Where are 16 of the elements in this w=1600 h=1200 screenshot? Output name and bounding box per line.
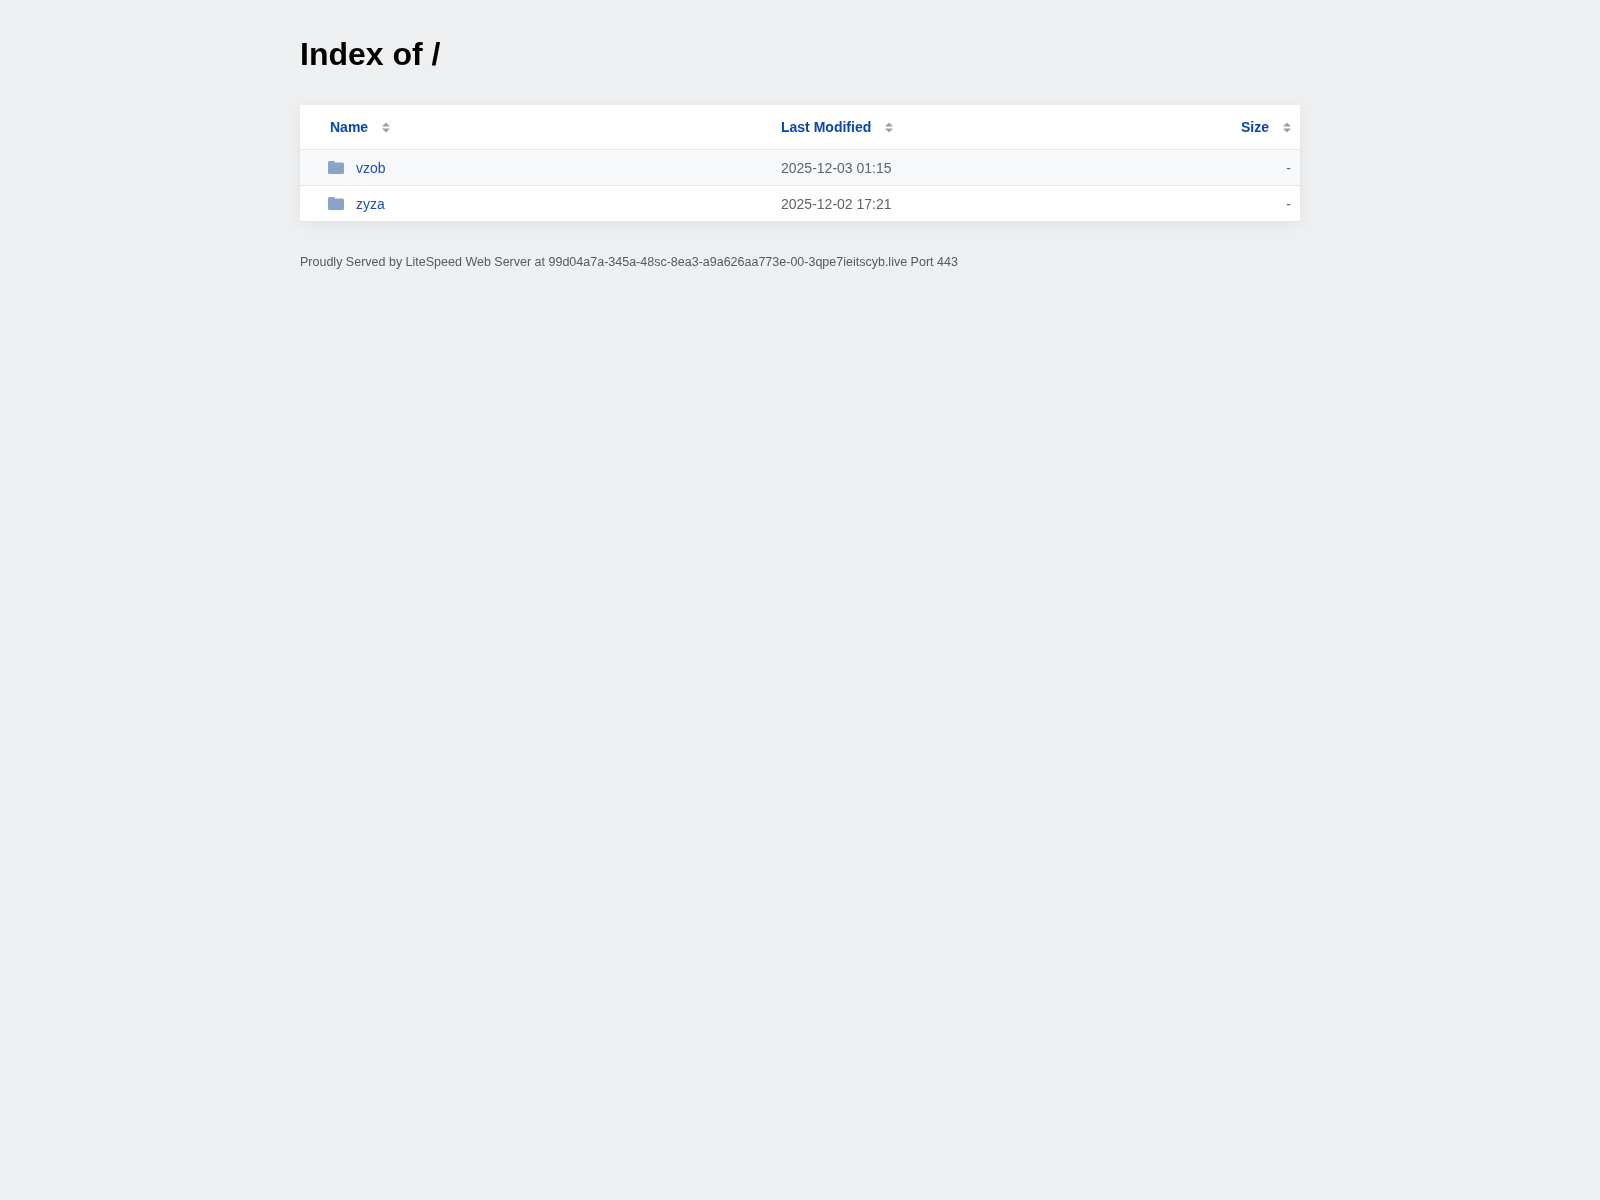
sort-icon [382,121,391,133]
folder-link[interactable]: zyza [356,194,385,213]
column-sort-link[interactable]: Size [1241,118,1291,136]
folder-link[interactable]: vzob [356,158,386,177]
folder-icon [328,161,344,174]
page-title: Index of / [300,35,441,73]
column-sort-link[interactable]: Name [330,118,391,136]
server-footer: Proudly Served by LiteSpeed Web Server at 99d04a7a-345a-48sc-8ea3-a9a626aa773e-00-3qpe7ieitscyb.live Port 443 [300,254,958,270]
folder-icon [328,197,344,210]
file-size: - [1286,194,1291,213]
modified-date: 2025-12-03 01:15 [781,159,892,176]
sort-icon [885,121,894,133]
sort-icon [1283,121,1291,133]
modified-date: 2025-12-02 17:21 [781,195,892,212]
file-size: - [1286,158,1291,177]
column-sort-link[interactable]: Last Modified [781,118,894,136]
